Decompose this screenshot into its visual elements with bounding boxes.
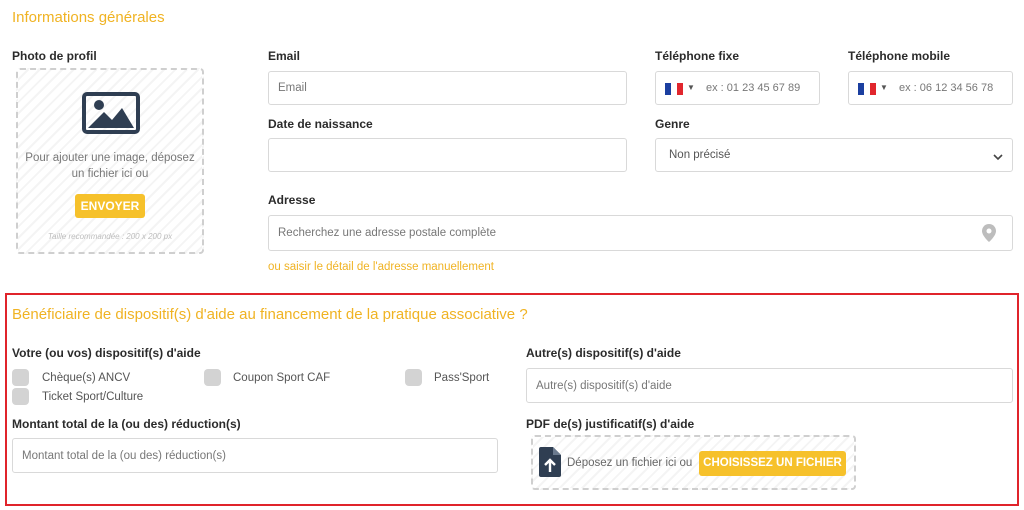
caret-down-icon[interactable]: ▼ bbox=[687, 83, 695, 92]
france-flag-icon[interactable] bbox=[858, 83, 876, 95]
map-pin-icon bbox=[982, 224, 996, 247]
checkbox-ticket-sport-label: Ticket Sport/Culture bbox=[42, 391, 144, 403]
gender-select[interactable]: Non précisé bbox=[655, 138, 1013, 172]
other-devices-placeholder: Autre(s) dispositif(s) d'aide bbox=[536, 380, 672, 392]
amount-input[interactable]: Montant total de la (ou des) réduction(s… bbox=[12, 438, 498, 473]
phone-mobile-placeholder: ex : 06 12 34 56 78 bbox=[899, 82, 994, 94]
chevron-down-icon bbox=[993, 149, 1003, 167]
phone-fixed-placeholder: ex : 01 23 45 67 89 bbox=[706, 82, 801, 94]
birthdate-field[interactable] bbox=[268, 138, 627, 172]
birthdate-label: Date de naissance bbox=[268, 117, 373, 131]
choose-file-button[interactable]: CHOISISSEZ UN FICHIER bbox=[699, 451, 846, 476]
pdf-dropzone[interactable]: Déposez un fichier ici ou CHOISISSEZ UN … bbox=[531, 435, 856, 490]
photo-size-note: Taille recommandée : 200 x 200 px bbox=[47, 232, 173, 241]
email-placeholder: Email bbox=[278, 82, 307, 94]
pdf-hint: Déposez un fichier ici ou bbox=[567, 457, 693, 469]
amount-placeholder: Montant total de la (ou des) réduction(s… bbox=[22, 450, 226, 462]
checkbox-pass-sport-label: Pass'Sport bbox=[434, 372, 490, 384]
checkbox-ancv[interactable] bbox=[12, 369, 29, 386]
phone-fixed-label: Téléphone fixe bbox=[655, 49, 740, 63]
checkbox-ancv-label: Chèque(s) ANCV bbox=[42, 372, 131, 384]
photo-label: Photo de profil bbox=[12, 49, 97, 63]
email-label: Email bbox=[268, 49, 301, 63]
file-upload-icon bbox=[539, 447, 561, 482]
checkbox-ticket-sport[interactable] bbox=[12, 388, 29, 405]
address-search-input[interactable]: Recherchez une adresse postale complète bbox=[268, 215, 1013, 251]
gender-value: Non précisé bbox=[669, 149, 731, 161]
email-field[interactable]: Email bbox=[268, 71, 627, 105]
address-label: Adresse bbox=[268, 193, 316, 207]
amount-label: Montant total de la (ou des) réduction(s… bbox=[12, 417, 241, 431]
checkbox-coupon-caf[interactable] bbox=[204, 369, 221, 386]
manual-address-link[interactable]: ou saisir le détail de l'adresse manuell… bbox=[268, 261, 494, 273]
phone-mobile-label: Téléphone mobile bbox=[848, 49, 951, 63]
upload-photo-button[interactable]: ENVOYER bbox=[75, 194, 145, 218]
other-devices-input[interactable]: Autre(s) dispositif(s) d'aide bbox=[526, 368, 1013, 403]
other-devices-label: Autre(s) dispositif(s) d'aide bbox=[526, 346, 681, 360]
address-placeholder: Recherchez une adresse postale complète bbox=[278, 227, 496, 239]
checkbox-pass-sport[interactable] bbox=[405, 369, 422, 386]
photo-hint: Pour ajouter une image, déposez un fichi… bbox=[25, 152, 195, 180]
caret-down-icon[interactable]: ▼ bbox=[880, 83, 888, 92]
phone-fixed-field[interactable]: ▼ ex : 01 23 45 67 89 bbox=[655, 71, 820, 105]
section-title-aid: Bénéficiaire de dispositif(s) d'aide au … bbox=[12, 306, 528, 323]
image-icon bbox=[82, 92, 140, 139]
section-title-general: Informations générales bbox=[12, 9, 165, 26]
phone-mobile-field[interactable]: ▼ ex : 06 12 34 56 78 bbox=[848, 71, 1013, 105]
france-flag-icon[interactable] bbox=[665, 83, 683, 95]
photo-dropzone[interactable]: Pour ajouter une image, déposez un fichi… bbox=[16, 68, 204, 254]
checkbox-coupon-caf-label: Coupon Sport CAF bbox=[233, 372, 331, 384]
aid-devices-label: Votre (ou vos) dispositif(s) d'aide bbox=[12, 346, 201, 360]
pdf-label: PDF de(s) justificatif(s) d'aide bbox=[526, 417, 695, 431]
gender-label: Genre bbox=[655, 117, 690, 131]
